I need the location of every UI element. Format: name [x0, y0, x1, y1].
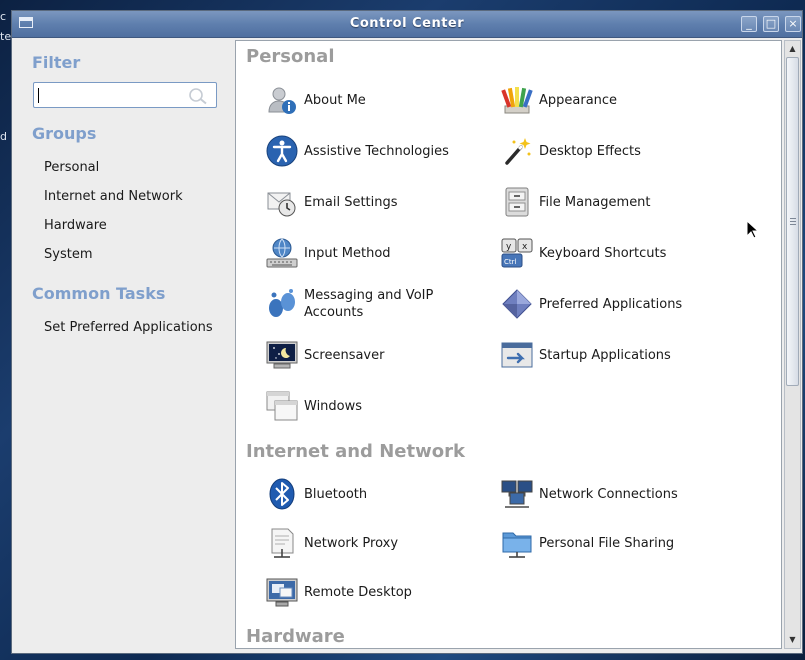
group-system[interactable]: System: [44, 247, 92, 262]
filter-input[interactable]: [38, 84, 192, 108]
group-personal[interactable]: Personal: [44, 160, 99, 175]
maximize-button[interactable]: □: [763, 16, 779, 32]
scroll-down-arrow-icon[interactable]: ▼: [785, 633, 800, 647]
launcher-about-me[interactable]: About Me: [266, 80, 496, 120]
minimize-button[interactable]: _: [741, 16, 757, 32]
launcher-label: Bluetooth: [304, 486, 368, 502]
scroll-up-arrow-icon[interactable]: ▲: [785, 42, 800, 56]
launcher-label: Email Settings: [304, 194, 398, 210]
grip-line: [790, 224, 796, 225]
task-set-preferred-applications[interactable]: Set Preferred Applications: [44, 320, 213, 335]
launcher-network-proxy[interactable]: Network Proxy: [266, 523, 496, 563]
category-title-personal: Personal: [246, 46, 335, 67]
scrollbar-thumb[interactable]: [786, 57, 799, 386]
group-hardware[interactable]: Hardware: [44, 218, 107, 233]
file-sharing-icon: [502, 532, 532, 558]
category-title-internet-and-network: Internet and Network: [246, 441, 465, 462]
launcher-desktop-effects[interactable]: Desktop Effects: [501, 131, 731, 171]
bluetooth-icon: [269, 478, 295, 510]
launcher-assistive-technologies[interactable]: Assistive Technologies: [266, 131, 496, 171]
search-icon[interactable]: [188, 87, 208, 105]
launcher-label: Startup Applications: [539, 347, 671, 363]
launcher-remote-desktop[interactable]: Remote Desktop: [266, 572, 496, 612]
launcher-file-management[interactable]: File Management: [501, 182, 731, 222]
windows-icon: [266, 391, 298, 421]
launcher-label: Preferred Applications: [539, 296, 683, 312]
group-internet-and-network[interactable]: Internet and Network: [44, 189, 183, 204]
about-me-icon: [268, 87, 296, 114]
launcher-preferred-applications[interactable]: Preferred Applications: [501, 284, 731, 324]
startup-applications-icon: [501, 342, 533, 368]
filter-search-box[interactable]: [33, 82, 217, 108]
launcher-label: Windows: [304, 398, 363, 414]
assistive-technologies-icon: [266, 135, 298, 167]
window-title: Control Center: [349, 16, 465, 31]
desktop-edge-text: c: [0, 10, 7, 23]
launcher-label: About Me: [304, 92, 366, 108]
messaging-icon: [269, 289, 295, 317]
text-caret: [38, 88, 39, 103]
mouse-pointer-icon: [746, 220, 760, 239]
launcher-appearance[interactable]: Appearance: [501, 80, 731, 120]
file-management-icon: [505, 187, 529, 217]
launcher-email-settings[interactable]: Email Settings: [266, 182, 496, 222]
launcher-label: Desktop Effects: [539, 143, 641, 159]
launcher-keyboard-shortcuts[interactable]: y x Ctrl Keyboard Shortcuts: [501, 233, 731, 273]
launcher-label: Appearance: [539, 92, 618, 108]
close-button[interactable]: ×: [785, 16, 801, 32]
launcher-label: Remote Desktop: [304, 584, 412, 600]
launcher-label: Input Method: [304, 245, 391, 261]
launcher-bluetooth[interactable]: Bluetooth: [266, 474, 496, 514]
category-title-hardware: Hardware: [246, 626, 345, 647]
email-settings-icon: [267, 192, 296, 217]
launcher-label: Network Proxy: [304, 535, 399, 551]
launcher-label: File Management: [539, 194, 651, 210]
launcher-windows[interactable]: Windows: [266, 386, 496, 426]
launcher-label: Screensaver: [304, 347, 385, 363]
preferred-applications-icon: [502, 289, 532, 319]
desktop-edge-text: d: [0, 130, 7, 143]
sidebar: Filter Groups Personal Internet and Netw…: [12, 38, 234, 653]
launcher-messaging-and-voip-accounts[interactable]: Messaging and VoIP Accounts: [266, 284, 496, 324]
remote-desktop-icon: [266, 578, 298, 607]
input-method-icon: [266, 238, 298, 268]
launcher-label: Messaging and VoIP Accounts: [304, 288, 434, 320]
launcher-label: Personal File Sharing: [539, 535, 675, 551]
settings-panel: Personal About Me Appearance Assistive T…: [235, 40, 782, 649]
launcher-label: Keyboard Shortcuts: [539, 245, 667, 261]
svg-text:y: y: [506, 242, 512, 252]
filter-heading: Filter: [32, 53, 81, 72]
launcher-label: Assistive Technologies: [304, 143, 449, 159]
grip-line: [790, 218, 796, 219]
screensaver-icon: [266, 341, 298, 369]
appearance-icon: [501, 87, 533, 114]
desktop-effects-icon: [505, 138, 531, 165]
svg-text:x: x: [522, 242, 528, 252]
launcher-personal-file-sharing[interactable]: Personal File Sharing: [501, 523, 731, 563]
network-proxy-icon: [271, 528, 294, 558]
common-tasks-heading: Common Tasks: [32, 284, 166, 303]
launcher-network-connections[interactable]: Network Connections: [501, 474, 731, 514]
network-connections-icon: [501, 480, 533, 508]
title-bar[interactable]: Control Center _ □ ×: [12, 11, 802, 38]
keyboard-shortcuts-icon: y x Ctrl: [501, 238, 533, 268]
launcher-input-method[interactable]: Input Method: [266, 233, 496, 273]
launcher-startup-applications[interactable]: Startup Applications: [501, 335, 731, 375]
groups-heading: Groups: [32, 124, 97, 143]
launcher-screensaver[interactable]: Screensaver: [266, 335, 496, 375]
grip-line: [790, 221, 796, 222]
vertical-scrollbar[interactable]: ▲ ▼: [784, 40, 801, 649]
svg-text:Ctrl: Ctrl: [504, 258, 517, 266]
launcher-label: Network Connections: [539, 486, 678, 502]
control-center-window: Control Center _ □ × Filter Groups Perso…: [11, 10, 803, 654]
